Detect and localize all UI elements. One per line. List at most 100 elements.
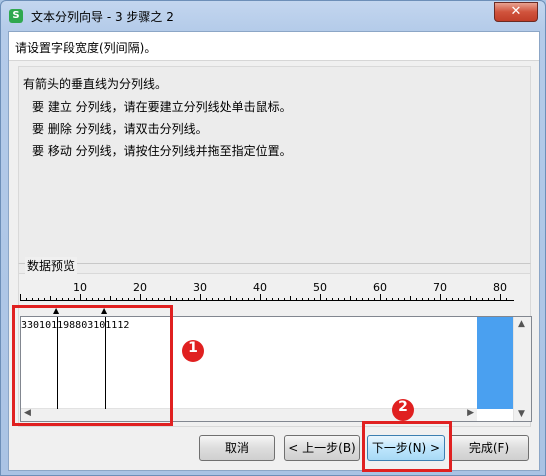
ruler-tick [290, 296, 291, 301]
ruler-tick [188, 298, 189, 301]
ruler-tick [422, 298, 423, 301]
ruler-tick [212, 298, 213, 301]
ruler-tick [62, 298, 63, 301]
finish-button[interactable]: 完成(F) [449, 435, 529, 461]
ruler-tick [20, 294, 21, 301]
ruler-label: 20 [133, 281, 147, 294]
ruler-tick [194, 298, 195, 301]
ruler-tick [50, 296, 51, 301]
step-subtitle: 请设置字段宽度(列间隔)。 [15, 41, 157, 55]
annotation-badge-one: 1 [182, 340, 204, 362]
ruler-tick [488, 298, 489, 301]
scroll-right-icon[interactable]: ▶ [467, 408, 474, 418]
window-title: 文本分列向导 - 3 步骤之 2 [31, 10, 174, 24]
ruler-tick [296, 298, 297, 301]
ruler-label: 80 [493, 281, 507, 294]
close-button[interactable]: ✕ [494, 2, 538, 22]
title-bar: S 文本分列向导 - 3 步骤之 2 ✕ [1, 1, 545, 31]
ruler-tick [272, 298, 273, 301]
instructions-panel: 有箭头的垂直线为分列线。 要 建立 分列线，请在要建立分列线处单击鼠标。 要 删… [18, 66, 531, 274]
ruler-tick [230, 296, 231, 301]
ruler-label: 40 [253, 281, 267, 294]
ruler-tick [332, 298, 333, 301]
ruler-tick [356, 298, 357, 301]
instruction-line: 要 移动 分列线，请按住分列线并拖至指定位置。 [32, 144, 292, 158]
annotation-box-one [12, 305, 173, 426]
ruler-tick [104, 298, 105, 301]
ruler-label: 70 [433, 281, 447, 294]
ruler-tick [470, 296, 471, 301]
ruler-tick [182, 298, 183, 301]
ruler-tick [116, 298, 117, 301]
ruler-tick [56, 298, 57, 301]
ruler-tick [386, 298, 387, 301]
ruler-tick [464, 298, 465, 301]
ruler-tick [500, 294, 501, 301]
ruler-tick [452, 298, 453, 301]
ruler-label: 10 [73, 281, 87, 294]
ruler-tick [320, 294, 321, 301]
ruler-tick [224, 298, 225, 301]
ruler-label: 60 [373, 281, 387, 294]
ruler-tick [74, 298, 75, 301]
ruler-tick [506, 298, 507, 301]
ruler-tick [176, 298, 177, 301]
ruler-tick [110, 296, 111, 301]
ruler-tick [152, 298, 153, 301]
ruler-tick [68, 298, 69, 301]
ruler-tick [86, 298, 87, 301]
ruler-tick [314, 298, 315, 301]
column-ruler[interactable]: 10 20 30 40 50 60 70 80 ▲ ▲ [20, 281, 514, 315]
ruler-tick [380, 294, 381, 301]
ruler-tick [242, 298, 243, 301]
ruler-tick [350, 296, 351, 301]
vertical-scrollbar[interactable]: ▲ ▼ [513, 317, 531, 421]
cancel-button[interactable]: 取消 [199, 435, 275, 461]
preview-selection-block [477, 317, 513, 409]
ruler-tick [338, 298, 339, 301]
instruction-line: 要 建立 分列线，请在要建立分列线处单击鼠标。 [32, 100, 292, 114]
ruler-tick [392, 298, 393, 301]
ruler-tick [206, 298, 207, 301]
ruler-tick [218, 298, 219, 301]
ruler-tick [32, 298, 33, 301]
app-logo-icon: S [9, 9, 23, 23]
ruler-tick [266, 298, 267, 301]
annotation-badge-two: 2 [392, 399, 414, 421]
ruler-tick [146, 298, 147, 301]
instruction-line: 有箭头的垂直线为分列线。 [23, 77, 168, 91]
ruler-tick [200, 294, 201, 301]
ruler-tick [134, 298, 135, 301]
data-preview-label: 数据预览 [25, 257, 78, 274]
ruler-tick [80, 294, 81, 301]
ruler-tick [260, 294, 261, 301]
back-button[interactable]: < 上一步(B) [284, 435, 360, 461]
scroll-down-icon[interactable]: ▼ [518, 409, 525, 419]
ruler-tick [98, 298, 99, 301]
ruler-tick [128, 298, 129, 301]
ruler-label: 50 [313, 281, 327, 294]
wizard-window: S 文本分列向导 - 3 步骤之 2 ✕ 请设置字段宽度(列间隔)。 有箭头的垂… [0, 0, 546, 476]
ruler-tick [44, 298, 45, 301]
ruler-tick [26, 298, 27, 301]
ruler-tick [482, 298, 483, 301]
ruler-tick [374, 298, 375, 301]
ruler-tick [236, 298, 237, 301]
ruler-tick [38, 298, 39, 301]
scroll-up-icon[interactable]: ▲ [518, 319, 525, 329]
ruler-tick [278, 298, 279, 301]
ruler-tick [170, 296, 171, 301]
ruler-tick [404, 298, 405, 301]
ruler-tick [254, 298, 255, 301]
ruler-tick [302, 298, 303, 301]
ruler-tick [440, 294, 441, 301]
ruler-tick [308, 298, 309, 301]
ruler-tick [248, 298, 249, 301]
ruler-tick [476, 298, 477, 301]
ruler-tick [344, 298, 345, 301]
ruler-tick [398, 298, 399, 301]
ruler-tick [428, 298, 429, 301]
header-strip: 请设置字段宽度(列间隔)。 [9, 32, 539, 61]
ruler-tick [416, 298, 417, 301]
ruler-tick [362, 298, 363, 301]
